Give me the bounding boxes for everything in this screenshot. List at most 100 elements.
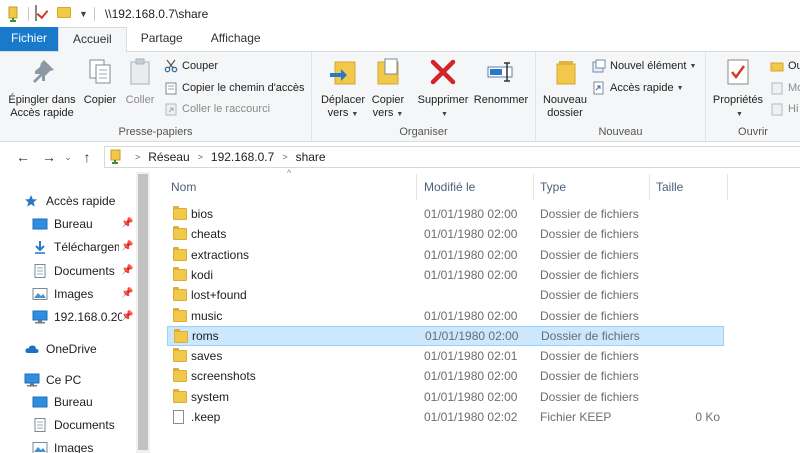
documents-icon	[32, 264, 48, 278]
delete-button[interactable]: Supprimer ▼	[414, 56, 472, 121]
pin-icon[interactable]: 📌	[121, 288, 133, 299]
move-to-label-2: vers ▼	[327, 107, 359, 119]
tab-accueil[interactable]: Accueil	[58, 27, 127, 52]
move-to-button[interactable]: Déplacer vers ▼	[316, 56, 370, 121]
pin-icon[interactable]: 📌	[121, 311, 133, 322]
pin-icon[interactable]: 📌	[121, 218, 133, 229]
rename-label: Renommer	[473, 94, 529, 106]
breadcrumb-separator-icon[interactable]: >	[282, 152, 287, 162]
table-row[interactable]: roms 01/01/1980 02:00 Dossier de fichiers	[167, 325, 724, 346]
group-nouveau: Nouveau dossier Nouvel élément ▼ Accès ra…	[536, 52, 706, 142]
table-row[interactable]: saves 01/01/1980 02:01 Dossier de fichiers	[167, 346, 724, 366]
rename-button[interactable]: Renommer	[472, 56, 530, 107]
copy-button[interactable]: Copier	[82, 56, 118, 107]
table-row[interactable]: system 01/01/1980 02:00 Dossier de fichier…	[167, 387, 724, 407]
breadcrumb-separator-icon[interactable]: >	[135, 152, 140, 162]
nav-this-pc[interactable]: Ce PC	[24, 369, 81, 391]
paste-shortcut-button[interactable]: Coller le raccourci	[164, 100, 270, 118]
forward-arrow-icon[interactable]: →	[38, 149, 60, 165]
cloud-icon	[24, 342, 40, 356]
group-label-organiser: Organiser	[399, 126, 448, 138]
table-row[interactable]: music 01/01/1980 02:00 Dossier de fichiers	[167, 306, 724, 326]
documents-icon	[32, 418, 48, 432]
nav-item-label: Téléchargeme	[54, 240, 119, 254]
nav-onedrive[interactable]: OneDrive	[24, 338, 97, 360]
pin-quick-access-button[interactable]: Épingler dans Accès rapide	[4, 56, 80, 120]
file-modified-date: 01/01/1980 02:01	[424, 349, 518, 364]
cut-button[interactable]: Couper	[164, 57, 218, 75]
paste-button[interactable]: Coller	[122, 56, 158, 107]
table-row[interactable]: extractions 01/01/1980 02:00 Dossier de fi…	[167, 245, 724, 265]
recent-locations-chevron-icon[interactable]: ⌄	[60, 152, 76, 163]
nav-item-documents[interactable]: Documents	[32, 260, 122, 282]
tab-affichage[interactable]: Affichage	[197, 27, 275, 51]
pin-icon[interactable]: 📌	[121, 265, 133, 276]
table-row[interactable]: bios 01/01/1980 02:00 Dossier de fichiers	[167, 204, 724, 224]
column-header-size[interactable]: Taille	[650, 174, 728, 200]
tab-partage[interactable]: Partage	[127, 27, 197, 51]
copy-to-label: Copier	[371, 94, 405, 106]
nav-item-telechargements[interactable]: Téléchargeme	[32, 236, 119, 258]
divider	[93, 7, 95, 21]
scrollbar-thumb[interactable]	[138, 174, 148, 450]
copy-to-label-2: vers ▼	[372, 107, 404, 119]
rename-icon	[485, 56, 517, 88]
table-row[interactable]: .keep 01/01/1980 02:02 Fichier KEEP 0 Ko	[167, 407, 724, 427]
navigation-scrollbar[interactable]	[136, 172, 150, 453]
copy-path-button[interactable]: Copier le chemin d'accès	[164, 79, 305, 97]
tab-fichier[interactable]: Fichier	[0, 27, 59, 51]
new-item-button[interactable]: Nouvel élément ▼	[592, 57, 696, 75]
copy-label: Copier	[83, 94, 117, 106]
ribbon-tabs: Fichier Accueil Partage Affichage	[0, 27, 800, 52]
edit-button[interactable]: Mo	[770, 79, 800, 97]
nav-quick-access[interactable]: Accès rapide	[24, 190, 115, 212]
file-type: Fichier KEEP	[540, 410, 612, 424]
nav-item-label: Images	[54, 287, 94, 301]
table-row[interactable]: screenshots 01/01/1980 02:00 Dossier de fi…	[167, 366, 724, 386]
nav-item-images[interactable]: Images	[32, 283, 122, 305]
easy-access-button[interactable]: Accès rapide ▼	[592, 79, 684, 97]
table-row[interactable]: lost+found Dossier de fichiers	[167, 285, 724, 305]
customize-quick-access-icon[interactable]: ▼	[79, 9, 88, 19]
nav-pc-documents[interactable]: Documents	[32, 414, 132, 436]
folder-icon	[173, 287, 187, 302]
nav-pc-bureau[interactable]: Bureau	[32, 391, 132, 413]
table-row[interactable]: cheats 01/01/1980 02:00 Dossier de fichier…	[167, 224, 724, 244]
folder-icon	[173, 368, 187, 383]
paste-shortcut-label: Coller le raccourci	[182, 103, 271, 115]
breadcrumb-reseau[interactable]: Réseau	[148, 150, 189, 164]
file-type: Dossier de fichiers	[540, 369, 639, 384]
table-row[interactable]: kodi 01/01/1980 02:00 Dossier de fichiers	[167, 265, 724, 285]
nav-item-192-168-0-20[interactable]: 192.168.0.20	[32, 306, 122, 328]
address-row: ← → ⌄ ↑ > Réseau > 192.168.0.7 > share	[0, 142, 800, 172]
copy-path-icon	[164, 81, 178, 95]
breadcrumb-share[interactable]: share	[296, 150, 326, 164]
properties-icon	[722, 56, 754, 88]
nav-item-label: Documents	[54, 264, 115, 278]
new-folder-button[interactable]: Nouveau dossier	[540, 56, 590, 120]
history-button[interactable]: Hi	[770, 100, 798, 118]
nav-item-label: Bureau	[54, 395, 93, 409]
nav-this-pc-label: Ce PC	[46, 373, 82, 387]
desktop-icon	[32, 217, 48, 231]
column-header-name[interactable]: Nom	[165, 174, 417, 200]
pin-icon[interactable]: 📌	[121, 241, 133, 252]
column-header-modified[interactable]: Modifié le	[418, 174, 534, 200]
new-folder-quick-icon[interactable]	[57, 6, 73, 22]
nav-item-bureau[interactable]: Bureau	[32, 213, 122, 235]
group-label-presse-papiers: Presse-papiers	[118, 126, 193, 138]
column-header-type[interactable]: Type	[534, 174, 650, 200]
properties-button[interactable]: Propriétés ▼	[712, 56, 764, 121]
nav-pc-images[interactable]: Images	[32, 437, 132, 453]
copy-icon	[84, 56, 116, 88]
breadcrumb-host[interactable]: 192.168.0.7	[211, 150, 274, 164]
file-type: Dossier de fichiers	[540, 349, 639, 364]
copy-to-button[interactable]: Copier vers ▼	[368, 56, 408, 121]
back-arrow-icon[interactable]: ←	[12, 149, 34, 165]
open-button[interactable]: Ou	[770, 57, 800, 75]
file-type: Dossier de fichiers	[540, 247, 639, 262]
breadcrumb-separator-icon[interactable]: >	[198, 152, 203, 162]
up-arrow-icon[interactable]: ↑	[76, 149, 98, 165]
properties-quick-icon[interactable]	[35, 5, 51, 22]
address-bar[interactable]: > Réseau > 192.168.0.7 > share	[104, 146, 800, 168]
